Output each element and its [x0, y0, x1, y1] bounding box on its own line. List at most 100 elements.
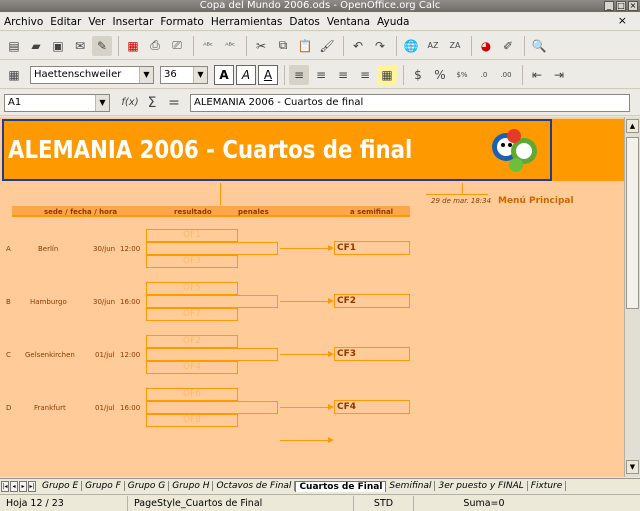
- team-slot-top[interactable]: OF2: [146, 335, 238, 348]
- spreadsheet-grid[interactable]: ALEMANIA 2006 - Cuartos de final 29 de m…: [0, 117, 624, 477]
- advance-arrow: [280, 407, 328, 408]
- autospellcheck-icon[interactable]: ᴬᴮᶜ: [220, 36, 240, 56]
- export-pdf-icon[interactable]: ▦: [123, 36, 143, 56]
- page-style[interactable]: PageStyle_Cuartos de Final: [128, 495, 354, 511]
- team-slot-bottom[interactable]: OF8: [146, 414, 238, 427]
- menu-ayuda[interactable]: Ayuda: [377, 16, 409, 28]
- toolbar-separator: [284, 64, 285, 85]
- scroll-up-icon[interactable]: ▲: [626, 119, 639, 133]
- menu-insertar[interactable]: Insertar: [113, 16, 154, 28]
- tab-grupo-f[interactable]: Grupo F: [82, 481, 125, 491]
- spellcheck-icon[interactable]: ᴬᴮᶜ: [198, 36, 218, 56]
- chevron-down-icon[interactable]: ▼: [139, 66, 153, 83]
- minimize-button[interactable]: _: [604, 1, 614, 11]
- email-icon[interactable]: ✉: [70, 36, 90, 56]
- draw-functions-icon[interactable]: ✐: [498, 36, 518, 56]
- redo-icon[interactable]: ↷: [370, 36, 390, 56]
- tab-grupo-h[interactable]: Grupo H: [169, 481, 214, 491]
- scroll-thumb[interactable]: [626, 137, 639, 309]
- font-name-dropdown[interactable]: Haettenschweiler ▼: [30, 65, 154, 84]
- function-icon[interactable]: =: [164, 93, 184, 113]
- semifinal-slot[interactable]: CF2: [334, 294, 410, 308]
- sum-icon[interactable]: Σ: [142, 93, 162, 113]
- format-paintbrush-icon[interactable]: 🖌: [317, 36, 337, 56]
- align-center-icon[interactable]: ≡: [311, 65, 331, 85]
- team-slot-top[interactable]: OF5: [146, 282, 238, 295]
- cut-icon[interactable]: ✂: [251, 36, 271, 56]
- team-slot-top[interactable]: OF1: [146, 229, 238, 242]
- chevron-down-icon[interactable]: ▼: [193, 66, 207, 83]
- close-button[interactable]: ×: [628, 1, 638, 11]
- selection-mode[interactable]: STD: [354, 495, 414, 511]
- edit-file-icon[interactable]: ✎: [92, 35, 112, 56]
- prev-sheet-icon[interactable]: ◂: [10, 480, 18, 492]
- chart-icon[interactable]: ◕: [476, 36, 496, 56]
- menu-archivo[interactable]: Archivo: [4, 16, 43, 28]
- semifinal-slot[interactable]: CF3: [334, 347, 410, 361]
- tab-fixture[interactable]: Fixture: [528, 481, 567, 491]
- score-cell[interactable]: [146, 348, 278, 361]
- last-sheet-icon[interactable]: ▸|: [28, 480, 36, 492]
- tab-cuartos[interactable]: Cuartos de Final: [295, 480, 387, 492]
- score-cell[interactable]: [146, 295, 278, 308]
- merge-cells-icon[interactable]: ▦: [377, 64, 397, 85]
- team-slot-bottom[interactable]: OF3: [146, 255, 238, 268]
- sort-ascending-icon[interactable]: AZ: [423, 36, 443, 56]
- score-cell[interactable]: [146, 242, 278, 255]
- underline-button[interactable]: A: [258, 64, 278, 85]
- menu-ver[interactable]: Ver: [88, 16, 105, 28]
- print-icon[interactable]: ⎙: [145, 36, 165, 56]
- italic-button[interactable]: A: [236, 64, 256, 85]
- menu-editar[interactable]: Editar: [50, 16, 81, 28]
- score-cell[interactable]: [146, 401, 278, 414]
- menu-formato[interactable]: Formato: [160, 16, 203, 28]
- close-document-icon[interactable]: ×: [618, 14, 627, 27]
- new-document-icon[interactable]: ▤: [4, 36, 24, 56]
- align-left-icon[interactable]: ≡: [289, 64, 309, 85]
- align-right-icon[interactable]: ≡: [333, 65, 353, 85]
- team-slot-bottom[interactable]: OF4: [146, 361, 238, 374]
- name-box[interactable]: A1 ▼: [4, 93, 110, 112]
- next-sheet-icon[interactable]: ▸: [19, 480, 27, 492]
- find-icon[interactable]: 🔍: [529, 36, 549, 56]
- chevron-down-icon[interactable]: ▼: [95, 94, 109, 111]
- formula-input[interactable]: ALEMANIA 2006 - Cuartos de final: [190, 93, 630, 112]
- print-preview-icon[interactable]: ⎚: [167, 36, 187, 56]
- hyperlink-icon[interactable]: 🌐: [401, 36, 421, 56]
- paste-icon[interactable]: 📋: [295, 36, 315, 56]
- sort-descending-icon[interactable]: ZA: [445, 36, 465, 56]
- justify-icon[interactable]: ≡: [355, 65, 375, 85]
- menu-principal-link[interactable]: Menú Principal: [498, 196, 574, 206]
- delete-decimal-icon[interactable]: .00: [496, 65, 516, 85]
- undo-icon[interactable]: ↶: [348, 36, 368, 56]
- save-icon[interactable]: ▣: [48, 36, 68, 56]
- increase-indent-icon[interactable]: ⇥: [549, 65, 569, 85]
- bold-button[interactable]: A: [214, 64, 234, 85]
- open-folder-icon[interactable]: ▰: [26, 36, 46, 56]
- tab-grupo-g[interactable]: Grupo G: [125, 481, 170, 491]
- add-decimal-icon[interactable]: .0: [474, 65, 494, 85]
- percent-icon[interactable]: %: [430, 65, 450, 85]
- stylist-icon[interactable]: ▦: [4, 65, 24, 85]
- function-wizard-icon[interactable]: f(x): [120, 93, 140, 113]
- vertical-scrollbar[interactable]: ▲ ▼: [624, 117, 640, 477]
- font-size-dropdown[interactable]: 36 ▼: [160, 65, 208, 84]
- menu-herramientas[interactable]: Herramientas: [211, 16, 283, 28]
- tab-semifinal[interactable]: Semifinal: [386, 481, 436, 491]
- decrease-indent-icon[interactable]: ⇤: [527, 65, 547, 85]
- scroll-down-icon[interactable]: ▼: [626, 460, 639, 474]
- team-slot-top[interactable]: OF6: [146, 388, 238, 401]
- currency-icon[interactable]: $: [408, 65, 428, 85]
- team-slot-bottom[interactable]: OF7: [146, 308, 238, 321]
- semifinal-slot[interactable]: CF1: [334, 241, 410, 255]
- first-sheet-icon[interactable]: |◂: [1, 480, 9, 492]
- maximize-button[interactable]: □: [616, 1, 626, 11]
- semifinal-slot[interactable]: CF4: [334, 400, 410, 414]
- copy-icon[interactable]: ⧉: [273, 36, 293, 56]
- tab-grupo-e[interactable]: Grupo E: [39, 481, 83, 491]
- menu-datos[interactable]: Datos: [289, 16, 320, 28]
- tab-octavos[interactable]: Octavos de Final: [213, 481, 296, 491]
- menu-ventana[interactable]: Ventana: [327, 16, 370, 28]
- tab-final[interactable]: 3er puesto y FINAL: [435, 481, 528, 491]
- standard-format-icon[interactable]: $%: [452, 65, 472, 85]
